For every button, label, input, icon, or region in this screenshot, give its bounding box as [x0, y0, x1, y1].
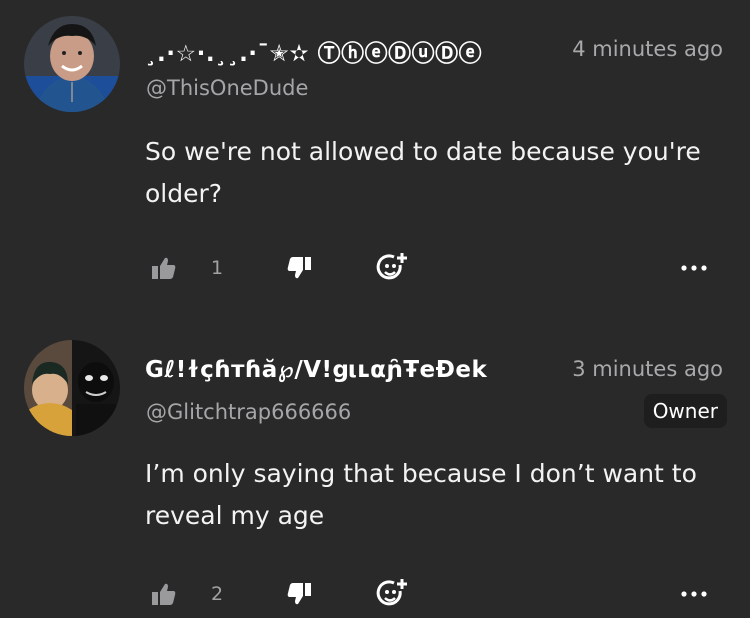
more-dots-icon [680, 263, 708, 273]
owner-badge: Owner [643, 394, 727, 428]
thumbs-down-icon [285, 254, 313, 282]
reply-button[interactable] [376, 574, 410, 614]
comment-list: ¸.·☆·.¸¸.·¯✭✫ ⓉⓗⓔⒹⓤⒹⓔ 4 minutes ago @Thi… [0, 0, 750, 618]
more-options-button[interactable] [680, 574, 708, 614]
dislike-button[interactable] [285, 574, 313, 614]
comment-actions: 1 [0, 248, 750, 288]
more-options-button[interactable] [680, 248, 708, 288]
author-name[interactable]: ¸.·☆·.¸¸.·¯✭✫ ⓉⓗⓔⒹⓤⒹⓔ [145, 34, 550, 68]
reply-emoji-icon [376, 577, 410, 611]
reply-emoji-icon [376, 251, 410, 285]
thumbs-up-icon [150, 580, 178, 608]
like-count: 2 [211, 583, 224, 605]
author-handle[interactable]: @Glitchtrap666666 [146, 400, 351, 424]
author-handle[interactable]: @ThisOneDude [146, 76, 308, 100]
reply-button[interactable] [376, 248, 410, 288]
like-button[interactable] [150, 248, 178, 288]
author-name[interactable]: Gℓ!ɫçɦтɦă℘/V!ցιʟαɲ̑ŦeĐek [145, 357, 550, 383]
dislike-button[interactable] [285, 248, 313, 288]
comment-text: I’m only saying that because I don’t wan… [145, 459, 697, 530]
thumbs-down-icon [285, 580, 313, 608]
comment-text: So we're not allowed to date because you… [145, 137, 701, 208]
more-dots-icon [680, 589, 708, 599]
like-button[interactable] [150, 574, 178, 614]
comment-actions: 2 [0, 574, 750, 614]
like-count: 1 [211, 257, 224, 279]
timestamp: 3 minutes ago [572, 357, 723, 381]
thumbs-up-icon [150, 254, 178, 282]
avatar[interactable] [24, 16, 120, 112]
timestamp: 4 minutes ago [572, 37, 723, 61]
avatar[interactable] [24, 340, 120, 436]
